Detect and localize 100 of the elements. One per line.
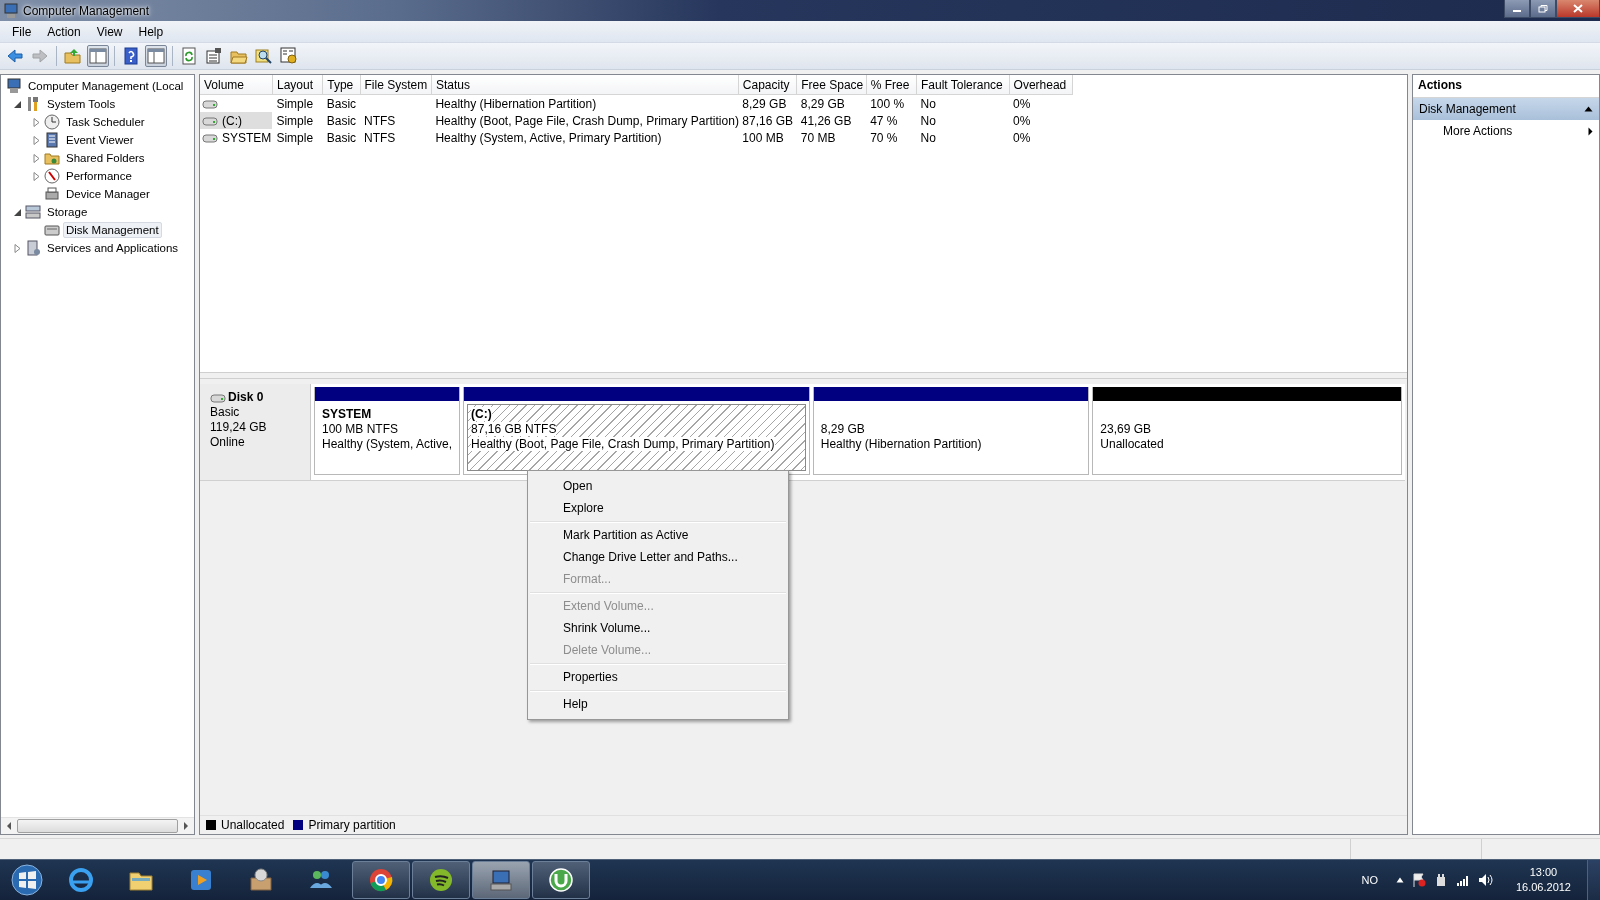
legend-label: Primary partition (308, 818, 396, 832)
disk-info-panel[interactable]: Disk 0 Basic 119,24 GB Online (200, 384, 311, 480)
restore-icon (1538, 4, 1548, 13)
taskbar-button[interactable] (352, 861, 410, 899)
partition-size: 23,69 GB (1100, 422, 1151, 436)
menu-item[interactable]: Change Drive Letter and Paths... (530, 546, 786, 568)
partition-block[interactable]: SYSTEM 100 MB NTFS Healthy (System, Active, (314, 387, 461, 475)
table-cell: 47 % (870, 113, 898, 128)
table-cell: No (920, 96, 936, 111)
menu-item[interactable]: Explore (530, 497, 786, 519)
pane-icon (147, 47, 165, 65)
column-header[interactable]: % Free (866, 75, 917, 95)
forward-arrow-icon (31, 47, 49, 65)
refresh-icon (180, 47, 198, 65)
tree-item[interactable]: System Tools (44, 96, 119, 112)
tree-item[interactable]: Device Manager (63, 186, 153, 202)
table-cell: 41,26 GB (800, 113, 852, 128)
gauge-icon (44, 168, 60, 184)
menu-item[interactable]: Action (39, 24, 89, 39)
taskbar-button[interactable] (532, 861, 590, 899)
menu-item[interactable]: Open (530, 475, 786, 497)
actions-section-header[interactable]: Disk Management (1413, 98, 1599, 120)
menu-item[interactable]: Shrink Volume... (530, 617, 786, 639)
show-hidden-icons-icon (1395, 877, 1404, 883)
partition-size: 87,16 GB NTFS (471, 422, 557, 436)
table-cell: Basic (326, 96, 357, 111)
action-item[interactable]: More Actions (1413, 120, 1599, 142)
table-cell: No (920, 130, 936, 145)
drive-icon (210, 392, 226, 403)
column-header[interactable]: Capacity (738, 75, 797, 95)
clock-icon (44, 114, 60, 130)
table-cell: Healthy (Boot, Page File, Crash Dump, Primary Partition) (435, 113, 739, 128)
drive-entry[interactable]: SYSTEM (200, 129, 273, 146)
menu-item[interactable]: Help (130, 24, 172, 39)
tree-item[interactable]: Shared Folders (63, 150, 148, 166)
menu-item[interactable]: View (88, 24, 131, 39)
printer-icon (44, 186, 60, 202)
column-header[interactable]: Status (431, 75, 739, 95)
table-cell: 100 % (870, 96, 905, 111)
column-header[interactable]: Free Space (796, 75, 867, 95)
tree-item[interactable]: Computer Management (Local (25, 78, 187, 94)
table-cell: 70 % (870, 130, 898, 145)
column-header[interactable]: File System (360, 75, 432, 95)
tree-item[interactable]: Disk Management (63, 222, 162, 238)
computer-icon (3, 2, 19, 19)
table-cell-text: (C:) (221, 113, 243, 128)
language-indicator[interactable]: NO (1361, 874, 1378, 886)
drive-entry[interactable]: (C:) (200, 112, 273, 129)
clock-date[interactable]: 16.06.2012 (1515, 880, 1571, 895)
partition-size: 100 MB NTFS (322, 422, 399, 436)
table-cell: Basic (326, 113, 357, 128)
tree-item[interactable]: Performance (63, 168, 135, 184)
close-button[interactable] (1556, 0, 1600, 18)
speaker-icon (1477, 873, 1494, 887)
spotify-icon (427, 866, 455, 894)
drive-icon (202, 132, 218, 143)
scrollbar-thumb[interactable] (17, 819, 178, 833)
legend-label: Unallocated (221, 818, 285, 832)
table-cell: 8,29 GB (742, 96, 787, 111)
server-icon (25, 240, 41, 256)
menu-item[interactable]: Mark Partition as Active (530, 524, 786, 546)
collapse-arrow-icon (1584, 106, 1593, 112)
disk-type: Basic (210, 405, 241, 420)
column-header[interactable]: Volume (200, 75, 273, 95)
partition-status: Unallocated (1100, 437, 1164, 451)
menu-item[interactable]: File (4, 24, 40, 39)
action-label: More Actions (1443, 124, 1513, 138)
disk-status: Online (210, 435, 246, 450)
storage-icon (25, 204, 41, 220)
toolbar-button[interactable] (278, 45, 300, 67)
column-header[interactable]: Layout (272, 75, 323, 95)
column-header[interactable]: Overhead (1009, 75, 1073, 95)
globe-icon (67, 866, 95, 894)
flag-icon (1411, 873, 1426, 887)
partition-status: Healthy (System, Active, (322, 437, 453, 451)
column-header[interactable]: Fault Tolerance (916, 75, 1010, 95)
column-header[interactable]: Type (322, 75, 360, 95)
partition-block[interactable]: 8,29 GB Healthy (Hibernation Partition) (812, 387, 1090, 475)
disk-size: 119,24 GB (210, 420, 268, 435)
restore-button[interactable] (1530, 0, 1556, 18)
tree-item[interactable]: Task Scheduler (63, 114, 148, 130)
table-cell: Simple (276, 113, 314, 128)
menu-item[interactable]: Properties (530, 666, 786, 688)
package-icon (247, 866, 275, 894)
disk-name: Disk 0 (228, 390, 264, 405)
computer-icon (6, 78, 22, 94)
table-cell: Simple (276, 130, 314, 145)
tree-item[interactable]: Services and Applications (44, 240, 182, 256)
partition-block[interactable]: 23,69 GB Unallocated (1092, 387, 1402, 475)
tree-item[interactable]: Storage (44, 204, 91, 220)
partition-block[interactable]: (C:) 87,16 GB NTFS Healthy (Boot, Page File, Crash Dump, Primary Partition) (463, 387, 810, 475)
menu-item[interactable]: Help (530, 693, 786, 715)
horizontal-scrollbar[interactable] (1, 817, 194, 834)
clock-time[interactable]: 13:00 (1529, 865, 1558, 880)
table-cell: Basic (326, 130, 357, 145)
tools-icon (25, 96, 41, 112)
tree-item[interactable]: Event Viewer (63, 132, 137, 148)
minimize-button[interactable] (1504, 0, 1530, 18)
taskbar-button[interactable] (412, 861, 470, 899)
close-icon (1573, 4, 1583, 13)
